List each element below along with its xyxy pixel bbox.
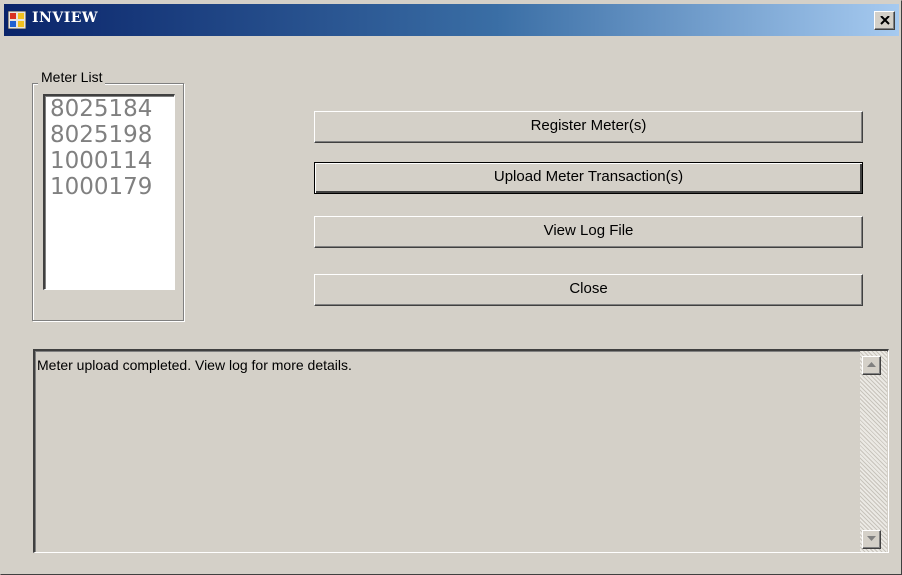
scroll-up-button[interactable]: [862, 356, 881, 375]
list-item[interactable]: 1000179: [45, 174, 174, 200]
vertical-scrollbar[interactable]: [860, 351, 887, 552]
close-window-button[interactable]: [874, 11, 895, 30]
upload-transactions-button[interactable]: Upload Meter Transaction(s): [314, 162, 863, 194]
log-message: Meter upload completed. View log for mor…: [37, 357, 352, 373]
main-window: INVIEW Meter List 8025184 8025198 100011…: [0, 0, 902, 575]
meter-list-label: Meter List: [38, 69, 106, 85]
meter-listbox[interactable]: 8025184 8025198 1000114 1000179: [43, 94, 175, 290]
list-item[interactable]: 8025198: [45, 122, 174, 148]
close-button[interactable]: Close: [314, 274, 863, 306]
log-output-textarea[interactable]: Meter upload completed. View log for mor…: [33, 349, 889, 553]
window-title: INVIEW: [32, 10, 99, 26]
scroll-down-button[interactable]: [862, 530, 881, 549]
list-item[interactable]: 8025184: [45, 96, 174, 122]
title-bar[interactable]: INVIEW: [4, 4, 899, 36]
view-log-file-button[interactable]: View Log File: [314, 216, 863, 248]
app-window-icon: [7, 10, 27, 30]
register-meters-button[interactable]: Register Meter(s): [314, 111, 863, 143]
list-item[interactable]: 1000114: [45, 148, 174, 174]
